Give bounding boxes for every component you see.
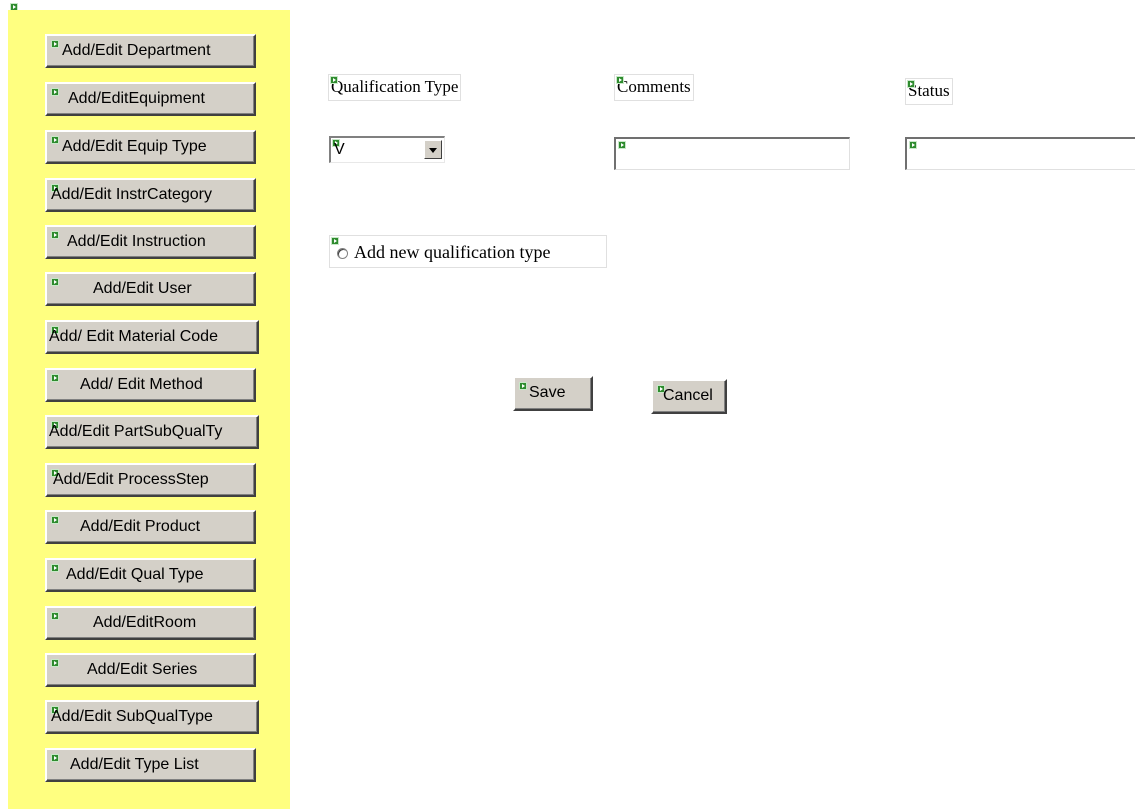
sidebar-item-label: Add/ Edit Method: [80, 376, 203, 393]
sidebar-item-label: Add/Edit Series: [87, 661, 198, 678]
sidebar-item-room[interactable]: Add/EditRoom: [45, 606, 256, 640]
comments-input[interactable]: [614, 137, 850, 170]
marker-icon: [51, 754, 59, 762]
sidebar-item-user[interactable]: Add/Edit User: [45, 272, 256, 306]
marker-icon: [51, 88, 59, 96]
marker-icon: [51, 612, 59, 620]
sidebar-item-label: Add/Edit Product: [80, 518, 201, 535]
sidebar-item-method[interactable]: Add/ Edit Method: [45, 368, 256, 402]
marker-icon: [51, 659, 59, 667]
dropdown-arrow-icon[interactable]: [424, 140, 442, 159]
sidebar-item-type-list[interactable]: Add/Edit Type List: [45, 748, 256, 782]
sidebar-item-label: Add/Edit Qual Type: [66, 566, 204, 583]
status-input[interactable]: [905, 137, 1135, 170]
radio-button[interactable]: [337, 248, 348, 259]
sidebar-item-label: Add/EditEquipment: [68, 90, 205, 107]
sidebar-item-label: Add/Edit User: [93, 280, 192, 297]
sidebar-item-label: Add/Edit InstrCategory: [51, 186, 212, 203]
sidebar-item-equip-type[interactable]: Add/Edit Equip Type: [45, 130, 256, 164]
marker-icon: [51, 278, 59, 286]
add-new-qualification-type-radio[interactable]: Add new qualification type: [329, 235, 607, 268]
cancel-button[interactable]: Cancel: [651, 379, 727, 414]
marker-icon: [330, 76, 338, 84]
qualification-type-label: Qualification Type: [328, 74, 462, 101]
marker-icon: [51, 374, 59, 382]
comments-label: Comments: [614, 74, 694, 101]
sidebar-item-product[interactable]: Add/Edit Product: [45, 510, 256, 544]
sidebar-item-label: Add/Edit Equip Type: [62, 138, 207, 155]
sidebar-item-series[interactable]: Add/Edit Series: [45, 653, 256, 687]
sidebar-item-process-step[interactable]: Add/Edit ProcessStep: [45, 463, 256, 497]
marker-icon: [51, 564, 59, 572]
sidebar-item-label: Add/Edit SubQualType: [51, 708, 213, 725]
sidebar-item-instruction[interactable]: Add/Edit Instruction: [45, 225, 256, 259]
sidebar-item-label: Add/Edit PartSubQualTy: [49, 423, 223, 440]
sidebar-item-label: Add/Edit ProcessStep: [53, 471, 209, 488]
marker-icon: [616, 76, 624, 84]
marker-icon: [51, 516, 59, 524]
marker-icon: [51, 40, 59, 48]
sidebar: Add/Edit Department Add/EditEquipment Ad…: [8, 10, 290, 809]
marker-icon: [51, 231, 59, 239]
add-new-qualification-type-label: Add new qualification type: [354, 242, 551, 262]
status-label: Status: [905, 78, 953, 105]
marker-icon: [331, 237, 339, 245]
marker-icon: [909, 141, 917, 149]
qualification-type-select[interactable]: V: [329, 136, 445, 163]
sidebar-item-material-code[interactable]: Add/ Edit Material Code: [45, 320, 259, 354]
sidebar-item-label: Add/Edit Department: [62, 42, 211, 59]
save-button[interactable]: Save: [513, 376, 593, 411]
sidebar-item-label: Add/EditRoom: [93, 614, 197, 631]
marker-icon: [618, 141, 626, 149]
marker-icon: [51, 136, 59, 144]
sidebar-item-qual-type[interactable]: Add/Edit Qual Type: [45, 558, 256, 592]
marker-icon: [907, 80, 915, 88]
sidebar-item-instr-category[interactable]: Add/Edit InstrCategory: [45, 178, 256, 212]
sidebar-item-sub-qual-type[interactable]: Add/Edit SubQualType: [45, 700, 259, 734]
qualification-type-selected-value: V: [334, 141, 345, 158]
sidebar-item-part-sub-qual-type[interactable]: Add/Edit PartSubQualTy: [45, 415, 259, 449]
sidebar-item-label: Add/Edit Type List: [70, 756, 199, 773]
sidebar-item-equipment[interactable]: Add/EditEquipment: [45, 82, 256, 116]
sidebar-item-department[interactable]: Add/Edit Department: [45, 34, 256, 68]
sidebar-item-label: Add/Edit Instruction: [67, 233, 206, 250]
marker-icon: [519, 382, 527, 390]
sidebar-item-label: Add/ Edit Material Code: [49, 328, 218, 345]
